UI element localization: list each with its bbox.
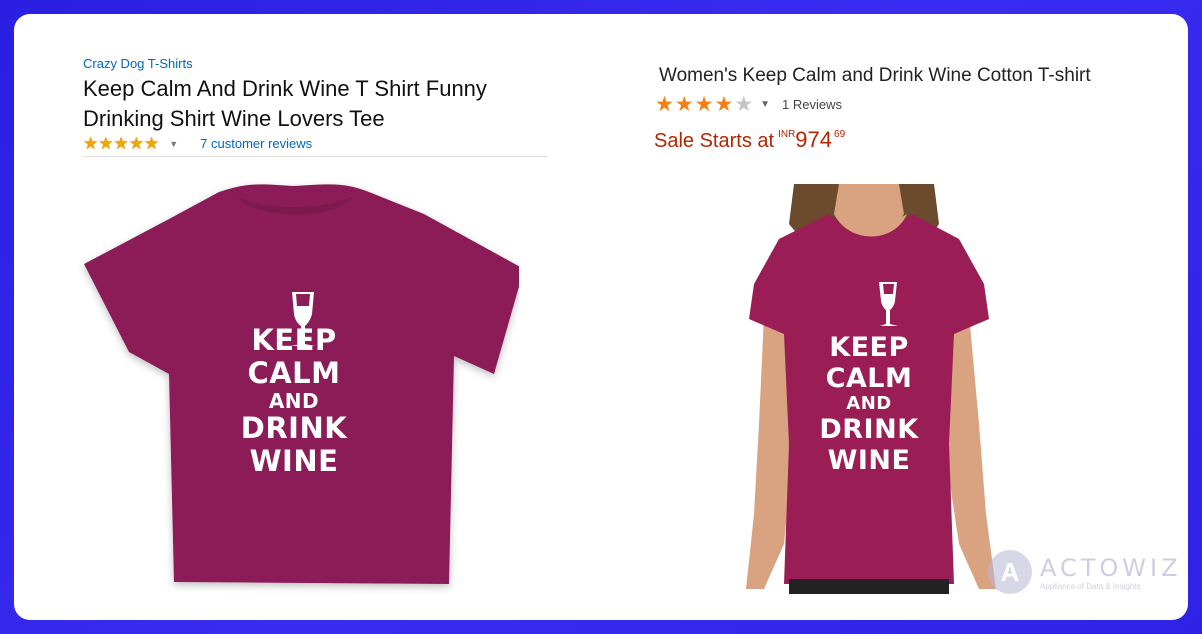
- print-line-keep: KEEP: [251, 323, 337, 357]
- star-icon: ★: [694, 93, 714, 116]
- actowiz-watermark: A ACTOWIZ Appliance of Data & Insights: [988, 550, 1182, 594]
- currency: INR: [778, 129, 796, 140]
- chevron-down-icon[interactable]: ▼: [760, 99, 770, 110]
- right-product-title: Women's Keep Calm and Drink Wine Cotton …: [659, 65, 1091, 86]
- watermark-text: ACTOWIZ Appliance of Data & Insights: [1040, 554, 1182, 591]
- watermark-name: ACTOWIZ: [1040, 553, 1182, 582]
- left-product-panel: Crazy Dog T-Shirts Keep Calm And Drink W…: [14, 14, 574, 620]
- star-icon: ★: [144, 134, 160, 153]
- watermark-tagline: Appliance of Data & Insights: [1040, 581, 1141, 591]
- print-line-drink: DRINK: [240, 411, 348, 445]
- left-rating[interactable]: ★ ★ ★ ★ ★ ▼ 7 customer reviews: [83, 135, 312, 152]
- customer-reviews-link[interactable]: 7 customer reviews: [200, 136, 312, 151]
- chevron-down-icon[interactable]: ▼: [169, 139, 178, 149]
- print-line-wine: WINE: [249, 444, 339, 478]
- reviews-count[interactable]: 1 Reviews: [782, 97, 842, 112]
- star-icon: ★: [83, 134, 99, 153]
- print-line-calm: CALM: [825, 363, 913, 394]
- price-decimal: 69: [834, 129, 846, 140]
- star-icon: ★: [714, 93, 734, 116]
- sale-label: Sale Starts at: [654, 130, 775, 152]
- print-line-calm: CALM: [247, 356, 341, 390]
- left-product-title: Keep Calm And Drink Wine T Shirt Funny D…: [83, 74, 553, 134]
- print-line-and: AND: [268, 389, 320, 413]
- star-empty-icon: ★: [734, 93, 754, 116]
- actowiz-logo-icon: A: [988, 550, 1032, 594]
- price-whole: 974: [795, 127, 833, 152]
- star-icon: ★: [98, 134, 114, 153]
- star-icon: ★: [674, 93, 694, 116]
- comparison-card: Crazy Dog T-Shirts Keep Calm And Drink W…: [14, 14, 1188, 620]
- star-icon: ★: [655, 93, 674, 116]
- right-product-image: KEEP CALM AND DRINK WINE: [734, 184, 1004, 594]
- brand-link[interactable]: Crazy Dog T-Shirts: [83, 56, 193, 71]
- star-icon: ★: [128, 134, 144, 153]
- left-title-line-1: Keep Calm And Drink Wine T Shirt Funny: [83, 76, 487, 101]
- print-line-keep: KEEP: [829, 332, 909, 363]
- right-print-text: KEEP CALM AND DRINK WINE: [734, 332, 1004, 476]
- star-icon: ★: [113, 134, 129, 153]
- print-line-and: AND: [846, 393, 892, 414]
- right-rating[interactable]: ★ ★ ★ ★ ★ ▼ 1 Reviews: [655, 94, 842, 115]
- divider: [83, 156, 548, 157]
- left-product-image: KEEP CALM AND DRINK WINE: [69, 174, 524, 594]
- sale-price: Sale Starts at INR974 69: [654, 127, 845, 153]
- left-title-line-2: Drinking Shirt Wine Lovers Tee: [83, 106, 385, 131]
- left-print-text: KEEP CALM AND DRINK WINE: [69, 324, 519, 478]
- print-line-drink: DRINK: [819, 414, 919, 445]
- print-line-wine: WINE: [827, 445, 911, 476]
